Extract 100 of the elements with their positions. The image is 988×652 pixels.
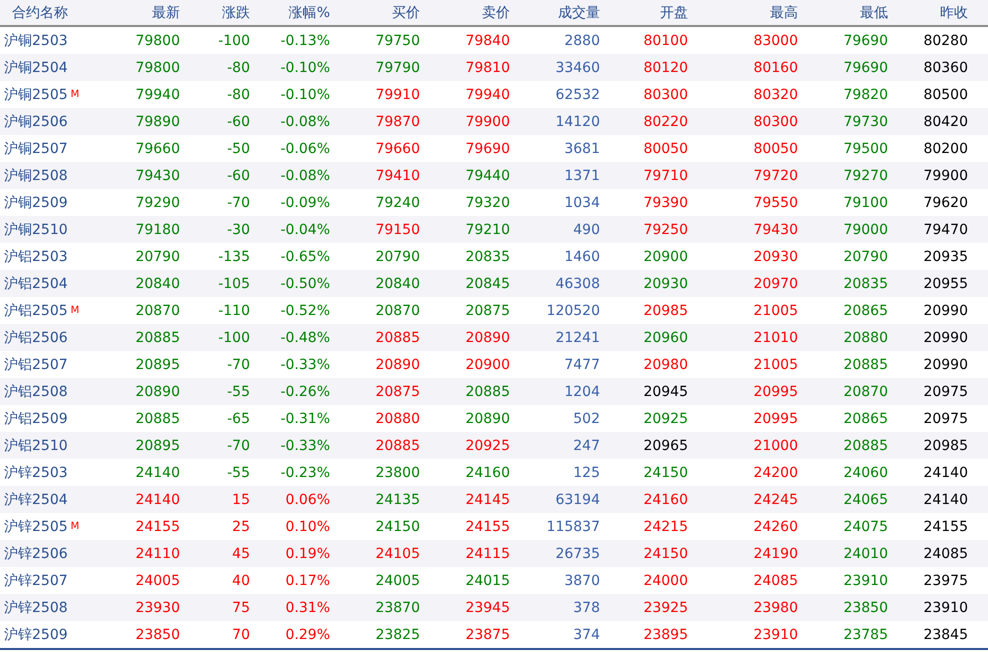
contract-name[interactable]: 沪铝2510 <box>4 436 68 454</box>
table-cell-text: 23845 <box>922 626 968 642</box>
contract-name[interactable]: 沪铝2508 <box>4 382 68 400</box>
table-cell-text: 79940 <box>464 86 510 102</box>
table-cell-text: 23930 <box>134 600 180 616</box>
contract-name[interactable]: 沪铝2504 <box>4 274 68 292</box>
contract-name[interactable]: 沪铜2505 <box>4 86 68 104</box>
table-cell-text: 20880 <box>842 330 888 346</box>
table-cell-text: 79620 <box>922 194 968 210</box>
table-cell-text: 70 <box>231 626 250 642</box>
table-cell-text: 75 <box>231 600 250 616</box>
table-cell-text: 20900 <box>642 248 688 264</box>
table-cell-text: 24085 <box>922 546 968 562</box>
contract-name[interactable]: 沪锌2505 <box>4 518 68 536</box>
table-cell-text: 24060 <box>842 464 888 480</box>
contract-name[interactable]: 沪铝2503 <box>4 248 68 266</box>
table-cell-text: 79100 <box>842 194 888 210</box>
table-cell-text: 79940 <box>134 86 180 102</box>
table-cell-text: 115837 <box>546 518 600 534</box>
table-cell-text: 23825 <box>374 626 420 642</box>
contract-name[interactable]: 沪铜2507 <box>4 140 68 158</box>
contract-name[interactable]: 沪铝2506 <box>4 328 68 346</box>
table-cell-text: 21010 <box>752 330 798 346</box>
table-cell-text: 20870 <box>374 302 420 318</box>
table-cell-text: -80 <box>226 60 250 76</box>
table-cell-text: 20885 <box>374 330 420 346</box>
contract-name[interactable]: 沪铝2507 <box>4 356 68 374</box>
contract-name[interactable]: 沪锌2508 <box>4 598 68 616</box>
table-cell-text: 23910 <box>922 600 968 616</box>
table-cell-text: -0.08% <box>279 168 330 184</box>
table-cell-text: 79800 <box>134 32 180 48</box>
table-cell-text: 20890 <box>464 410 510 426</box>
contract-name[interactable]: 沪锌2509 <box>4 626 68 644</box>
contract-name[interactable]: 沪铜2506 <box>4 112 68 130</box>
table-cell-text: 20985 <box>922 438 968 454</box>
column-header[interactable]: 买价 <box>330 4 420 22</box>
contract-name[interactable]: 沪铜2510 <box>4 220 68 238</box>
table-cell-text: -60 <box>226 168 250 184</box>
table-cell-text: 0.19% <box>284 546 330 562</box>
column-header[interactable]: 涨跌 <box>180 4 250 22</box>
table-cell-text: 20995 <box>752 384 798 400</box>
table-cell-text: 24010 <box>842 546 888 562</box>
table-cell-text: 20895 <box>134 438 180 454</box>
table-cell-text: 24140 <box>922 492 968 508</box>
table-cell-text: 20975 <box>922 410 968 426</box>
table-cell-text: 7477 <box>563 356 600 372</box>
table-cell-text: 23910 <box>752 626 798 642</box>
table-cell-text: 24200 <box>752 464 798 480</box>
contract-name[interactable]: 沪铜2508 <box>4 166 68 184</box>
column-header[interactable]: 成交量 <box>510 4 600 22</box>
table-cell-text: -100 <box>217 32 250 48</box>
table-cell-text: 23800 <box>374 464 420 480</box>
table-cell-text: 20990 <box>922 330 968 346</box>
table-cell-text: 23850 <box>842 600 888 616</box>
table-cell-text: -55 <box>226 384 250 400</box>
contract-name[interactable]: 沪铜2504 <box>4 58 68 76</box>
table-cell-text: -80 <box>226 86 250 102</box>
contract-name[interactable]: 沪铜2503 <box>4 32 68 50</box>
table-cell-text: 490 <box>572 222 600 238</box>
table-cell-text: 20885 <box>134 410 180 426</box>
column-header[interactable]: 开盘 <box>600 4 688 22</box>
column-header[interactable]: 最低 <box>798 4 888 22</box>
contract-name[interactable]: 沪铜2509 <box>4 194 68 212</box>
table-cell-text: 45 <box>231 546 250 562</box>
table-cell-text: 20875 <box>374 384 420 400</box>
table-cell-text: 20965 <box>642 438 688 454</box>
column-header[interactable]: 最新 <box>120 4 180 22</box>
table-cell-text: 79790 <box>374 60 420 76</box>
column-header[interactable]: 合约名称 <box>0 4 120 22</box>
table-cell-text: 24115 <box>464 546 510 562</box>
table-cell-text: 0.17% <box>284 572 330 588</box>
contract-name[interactable]: 沪铝2509 <box>4 410 68 428</box>
table-cell-text: 24015 <box>464 572 510 588</box>
table-cell-text: 24155 <box>464 518 510 534</box>
table-cell-text: 24155 <box>134 518 180 534</box>
table-cell-text: 33460 <box>554 60 600 76</box>
table-cell-text: 79750 <box>374 32 420 48</box>
column-header[interactable]: 昨收 <box>888 4 968 22</box>
table-cell-text: 24140 <box>134 492 180 508</box>
table-cell-text: 80500 <box>922 86 968 102</box>
contract-name[interactable]: 沪锌2507 <box>4 572 68 590</box>
table-cell-text: 80050 <box>642 140 688 156</box>
contract-name[interactable]: 沪锌2504 <box>4 490 68 508</box>
table-cell-text: 79870 <box>374 114 420 130</box>
table-cell-text: 20840 <box>134 276 180 292</box>
table-cell-text: -105 <box>217 276 250 292</box>
table-cell-text: 20880 <box>374 410 420 426</box>
table-cell-text: 79660 <box>374 140 420 156</box>
table-cell-text: 24085 <box>752 572 798 588</box>
table-cell-text: 79410 <box>374 168 420 184</box>
table-cell-text: 24105 <box>374 546 420 562</box>
contract-name[interactable]: 沪铝2505 <box>4 302 68 320</box>
contract-name[interactable]: 沪锌2503 <box>4 464 68 482</box>
table-cell-text: 20900 <box>464 356 510 372</box>
table-cell-text: -0.06% <box>279 140 330 156</box>
column-header[interactable]: 最高 <box>688 4 798 22</box>
column-header[interactable]: 卖价 <box>420 4 510 22</box>
contract-name[interactable]: 沪锌2506 <box>4 544 68 562</box>
table-cell-text: 24160 <box>464 464 510 480</box>
column-header[interactable]: 涨幅% <box>250 4 330 22</box>
